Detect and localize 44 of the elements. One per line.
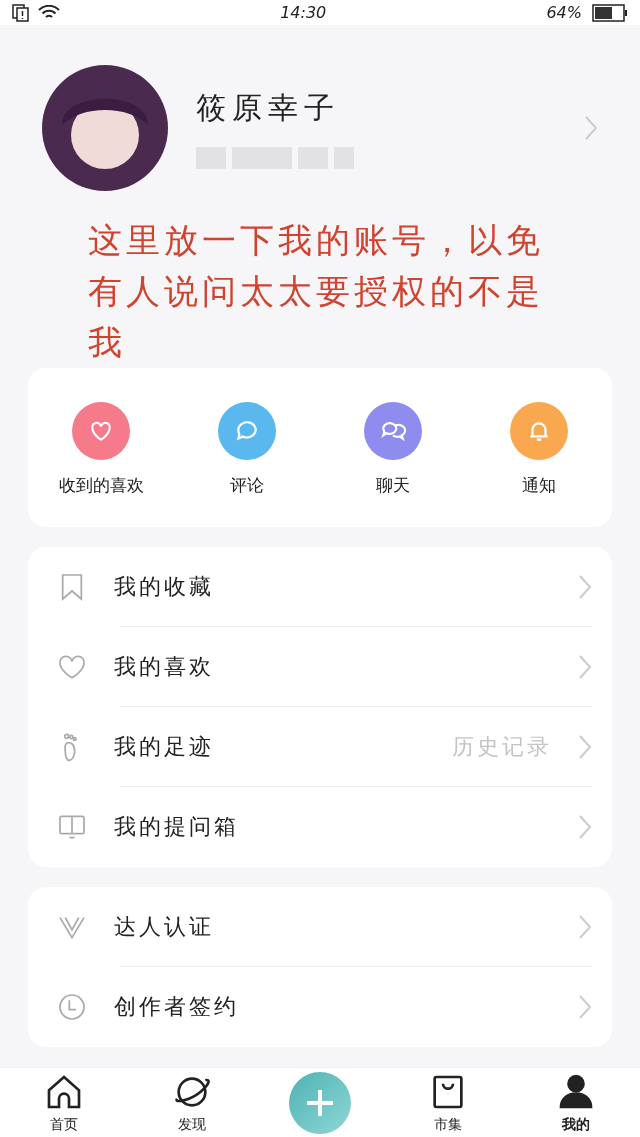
sim-alert-icon	[12, 3, 30, 22]
battery-icon	[592, 3, 628, 22]
menu-label: 达人认证	[114, 913, 215, 942]
plus-icon	[305, 1087, 335, 1118]
handwritten-note: 这里放一下我的账号，以免有人说问太太要授权的不是我	[88, 219, 545, 365]
tab-item[interactable]: 发现	[128, 1071, 256, 1134]
menu-row[interactable]: 创作者签约	[28, 967, 612, 1048]
action-circle[interactable]	[510, 402, 568, 461]
chevron-right-icon	[578, 914, 592, 941]
menu-row[interactable]: 我的收藏	[28, 547, 612, 628]
menu-detail: 历史记录	[452, 733, 552, 762]
menu-label: 创作者签约	[114, 993, 240, 1022]
chevron-right-icon	[584, 115, 598, 142]
menu-label: 我的足迹	[114, 733, 215, 762]
tab-label: 首页	[50, 1115, 78, 1134]
chevron-right-icon	[578, 814, 592, 841]
action-label: 聊天	[376, 474, 410, 498]
action-circle[interactable]	[72, 402, 130, 461]
battery-percent: 64%	[546, 3, 582, 23]
clock-time: 14:30	[280, 3, 327, 23]
tab-label: 发现	[178, 1115, 206, 1134]
tab-item[interactable]: 首页	[0, 1071, 128, 1134]
tab-label: 我的	[562, 1115, 590, 1134]
tab-item[interactable]: 市集	[384, 1071, 512, 1134]
chevron-right-icon	[578, 574, 592, 601]
user-name: 筱原幸子	[196, 89, 341, 127]
menu-label: 我的收藏	[114, 573, 215, 602]
tab-label: 市集	[434, 1115, 462, 1134]
action-label: 通知	[522, 474, 556, 498]
menu-label: 我的喜欢	[114, 653, 215, 682]
avatar[interactable]	[42, 65, 168, 192]
menu-row[interactable]: 达人认证	[28, 887, 612, 968]
action-label: 收到的喜欢	[58, 474, 144, 498]
action-circle[interactable]	[218, 402, 276, 461]
action-label: 评论	[230, 474, 264, 498]
chevron-right-icon	[578, 654, 592, 681]
action-circle[interactable]	[364, 402, 422, 461]
menu-row[interactable]: 我的提问箱	[28, 787, 612, 868]
tab-item[interactable]: 我的	[512, 1071, 640, 1134]
chevron-right-icon	[578, 734, 592, 761]
menu-label: 我的提问箱	[114, 813, 240, 842]
menu-row[interactable]: 我的足迹 历史记录	[28, 707, 612, 788]
chevron-right-icon	[578, 994, 592, 1021]
menu-row[interactable]: 我的喜欢	[28, 627, 612, 708]
